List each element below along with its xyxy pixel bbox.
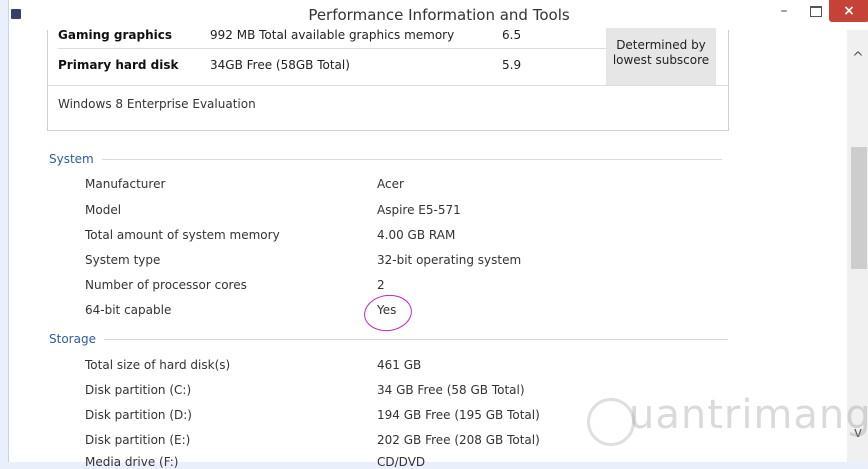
storage-section-title: Storage [49, 332, 96, 346]
prop-label: System type [85, 253, 161, 267]
prop-value: Acer [377, 177, 404, 191]
prop-value: 4.00 GB RAM [377, 228, 456, 242]
score-table: Gaming graphics 992 MB Total available g… [47, 28, 729, 131]
prop-value: 202 GB Free (208 GB Total) [377, 433, 540, 447]
score-description: 34GB Free (58GB Total) [210, 58, 350, 72]
prop-label: Total amount of system memory [85, 228, 280, 242]
score-label: Gaming graphics [58, 28, 172, 42]
prop-value: 2 [377, 278, 385, 292]
prop-value: CD/DVD [377, 455, 426, 469]
prop-label: Disk partition (E:) [85, 433, 191, 447]
prop-label: Disk partition (D:) [85, 408, 192, 422]
section-divider [103, 338, 728, 340]
score-row-gaming-graphics: Gaming graphics 992 MB Total available g… [58, 22, 606, 48]
prop-label: Total size of hard disk(s) [85, 358, 231, 372]
maximize-button[interactable] [803, 0, 829, 22]
maximize-icon [810, 5, 822, 17]
prop-value: 194 GB Free (195 GB Total) [377, 408, 540, 422]
prop-label: Model [85, 203, 122, 217]
subscore-note: Determined by lowest subscore [606, 28, 716, 86]
section-divider [101, 158, 722, 160]
prop-label: Manufacturer [85, 177, 166, 191]
chevron-up-icon[interactable]: ^ [849, 50, 867, 68]
score-value: 5.9 [502, 58, 522, 72]
system-section-header: System [49, 152, 722, 166]
windows-edition: Windows 8 Enterprise Evaluation [58, 97, 256, 111]
watermark-logo-icon [587, 398, 635, 446]
prop-label: Number of processor cores [85, 278, 247, 292]
score-label: Primary hard disk [58, 58, 179, 72]
close-button[interactable]: × [829, 0, 868, 22]
prop-label: Media drive (F:) [85, 455, 179, 469]
system-section-title: System [49, 152, 94, 166]
prop-value: Aspire E5-571 [377, 203, 461, 217]
score-value: 6.5 [502, 28, 522, 42]
prop-value: 34 GB Free (58 GB Total) [377, 383, 525, 397]
performance-window: Performance Information and Tools – × Ga… [8, 0, 868, 469]
prop-label: 64-bit capable [85, 303, 172, 317]
prop-label: Disk partition (C:) [85, 383, 192, 397]
minimize-button[interactable]: – [771, 0, 797, 22]
score-row-primary-hard-disk: Primary hard disk 34GB Free (58GB Total)… [58, 48, 606, 81]
storage-section-header: Storage [49, 332, 728, 346]
highlight-circle [361, 291, 415, 335]
prop-value: 461 GB [377, 358, 422, 372]
watermark: uantrimang [629, 392, 868, 438]
scroll-thumb[interactable] [851, 147, 867, 269]
table-divider [48, 85, 728, 86]
prop-value: 32-bit operating system [377, 253, 522, 267]
score-description: 992 MB Total available graphics memory [210, 28, 455, 42]
